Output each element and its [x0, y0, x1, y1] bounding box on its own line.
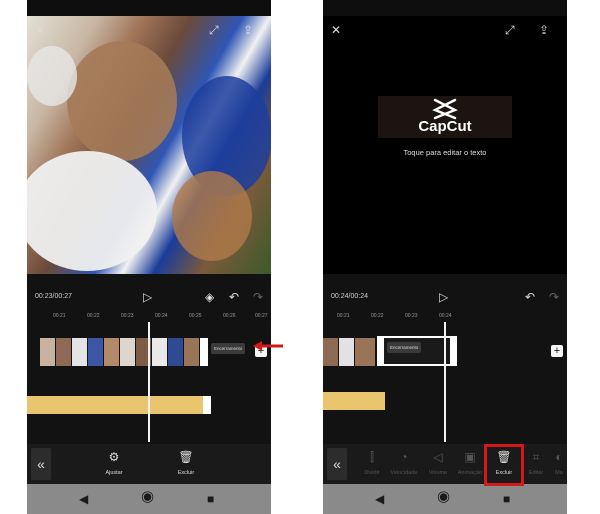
close-icon[interactable]: ✕ [331, 24, 341, 36]
audio-track-handle[interactable] [203, 396, 211, 414]
collapse-toolbar-button[interactable]: « [327, 448, 347, 480]
tool-more[interactable]: ◐ Ma [551, 450, 567, 476]
clip-thumbnail [184, 338, 199, 366]
audio-track[interactable] [323, 392, 385, 410]
tool-split[interactable]: ⫿ Dividir [361, 450, 383, 476]
tool-animation[interactable]: ▣ Animação [455, 450, 485, 476]
recents-nav-icon[interactable]: ■ [503, 491, 510, 507]
undo-icon[interactable]: ↶ [229, 291, 239, 303]
split-icon: ⫿ [370, 450, 374, 464]
audio-track[interactable] [27, 396, 203, 414]
tool-speed[interactable]: ◔ Velocidade [389, 450, 419, 476]
tool-label: Editar [528, 470, 544, 476]
fullscreen-icon[interactable]: ⤢ [209, 24, 219, 36]
ruler-tick: 00:22 [371, 313, 384, 319]
back-nav-icon[interactable]: ◀ [375, 491, 384, 507]
status-bar [27, 0, 271, 16]
time-display: 00:24/00:24 [331, 293, 368, 300]
keyframe-icon[interactable]: ◈ [205, 291, 214, 303]
clip-thumbnail [355, 338, 375, 366]
pointer-arrow-icon [253, 341, 283, 351]
ruler-tick: 00:23 [405, 313, 418, 319]
add-clip-button[interactable]: + [551, 345, 563, 357]
clip-thumbnail [339, 338, 354, 366]
video-clip-strip[interactable] [40, 338, 200, 366]
sliders-icon: ⚙ [108, 450, 120, 464]
playback-controls: 00:24/00:24 ▷ ↶ ↷ [323, 283, 567, 311]
clip-thumbnail [120, 338, 135, 366]
clip-thumbnail [56, 338, 71, 366]
video-clip-strip[interactable] [323, 338, 375, 366]
system-nav-bar: ◀ ◉ ■ [323, 484, 567, 514]
tool-label: Velocidade [390, 470, 418, 476]
tool-label: Ma [555, 470, 563, 476]
bottom-toolbar: « ⫿ Dividir ◔ Velocidade ◁ Volume ▣ Anim… [323, 444, 567, 484]
clip-thumbnail [88, 338, 103, 366]
home-nav-icon[interactable]: ◉ [141, 489, 154, 505]
ruler-tick: 00:27 [255, 313, 268, 319]
time-display: 00:23/00:27 [35, 293, 72, 300]
fullscreen-icon[interactable]: ⤢ [505, 24, 515, 36]
close-icon[interactable]: ✕ [35, 24, 45, 36]
redo-icon[interactable]: ↷ [253, 291, 263, 303]
volume-icon: ◁ [433, 450, 443, 464]
play-icon[interactable]: ▷ [143, 291, 152, 303]
clip-thumbnail [323, 338, 338, 366]
bottom-toolbar: « ⚙ Ajustar 🗑 Excluir [27, 444, 271, 484]
clip-thumbnail [40, 338, 55, 366]
tool-adjust[interactable]: ⚙ Ajustar [99, 450, 129, 476]
home-nav-icon[interactable]: ◉ [437, 489, 450, 505]
left-phone-screen: ✕ ⤢ ⇪ 00:23/00:27 ▷ ◈ ↶ ↷ 00:21 00:22 00… [27, 0, 271, 514]
capcut-logo-card[interactable]: CapCut [378, 96, 512, 138]
ruler-tick: 00:22 [87, 313, 100, 319]
status-bar [323, 0, 567, 16]
ruler-tick: 00:23 [121, 313, 134, 319]
ruler-tick: 00:21 [53, 313, 66, 319]
tool-label: Excluir [177, 470, 195, 476]
clip-thumbnail [168, 338, 183, 366]
ending-clip-label[interactable]: Encerramento [211, 343, 246, 354]
tool-label: Dividir [364, 470, 380, 476]
clip-thumbnail [72, 338, 87, 366]
highlight-box [484, 444, 524, 486]
ruler-tick: 00:24 [439, 313, 452, 319]
playback-controls: 00:23/00:27 ▷ ◈ ↶ ↷ [27, 283, 271, 311]
export-icon[interactable]: ⇪ [539, 24, 549, 36]
tool-volume[interactable]: ◁ Volume [425, 450, 451, 476]
blurry-video-frame [27, 41, 271, 271]
video-preview[interactable]: ✕ ⤢ ⇪ CapCut Toque para editar o texto [323, 16, 567, 274]
playhead[interactable] [148, 322, 150, 442]
tool-delete[interactable]: 🗑 Excluir [171, 450, 201, 476]
video-preview[interactable]: ✕ ⤢ ⇪ [27, 16, 271, 274]
playhead[interactable] [444, 322, 446, 442]
more-icon: ◐ [555, 450, 563, 464]
system-nav-bar: ◀ ◉ ■ [27, 484, 271, 514]
export-icon[interactable]: ⇪ [243, 24, 253, 36]
tool-label: Volume [428, 470, 448, 476]
ruler-tick: 00:24 [155, 313, 168, 319]
trash-icon: 🗑 [178, 450, 194, 464]
speed-icon: ◔ [400, 450, 408, 464]
back-nav-icon[interactable]: ◀ [79, 491, 88, 507]
crop-icon: ⌗ [532, 450, 540, 464]
clip-thumbnail [104, 338, 119, 366]
undo-icon[interactable]: ↶ [525, 291, 535, 303]
redo-icon[interactable]: ↷ [549, 291, 559, 303]
play-icon[interactable]: ▷ [439, 291, 448, 303]
tool-edit[interactable]: ⌗ Editar [525, 450, 547, 476]
ruler-tick: 00:25 [189, 313, 202, 319]
caption-text[interactable]: Toque para editar o texto [323, 148, 567, 157]
clip-thumbnail [152, 338, 167, 366]
ending-clip-label[interactable]: Encerramento [387, 342, 422, 353]
tool-label: Ajustar [105, 470, 123, 476]
collapse-toolbar-button[interactable]: « [31, 448, 51, 480]
logo-text: CapCut [418, 118, 472, 135]
right-phone-screen: ✕ ⤢ ⇪ CapCut Toque para editar o texto 0… [323, 0, 567, 514]
recents-nav-icon[interactable]: ■ [207, 491, 214, 507]
animation-icon: ▣ [464, 450, 476, 464]
tool-label: Animação [457, 470, 483, 476]
ruler-tick: 00:26 [223, 313, 236, 319]
clip-handle[interactable] [200, 338, 208, 366]
ruler-tick: 00:21 [337, 313, 350, 319]
